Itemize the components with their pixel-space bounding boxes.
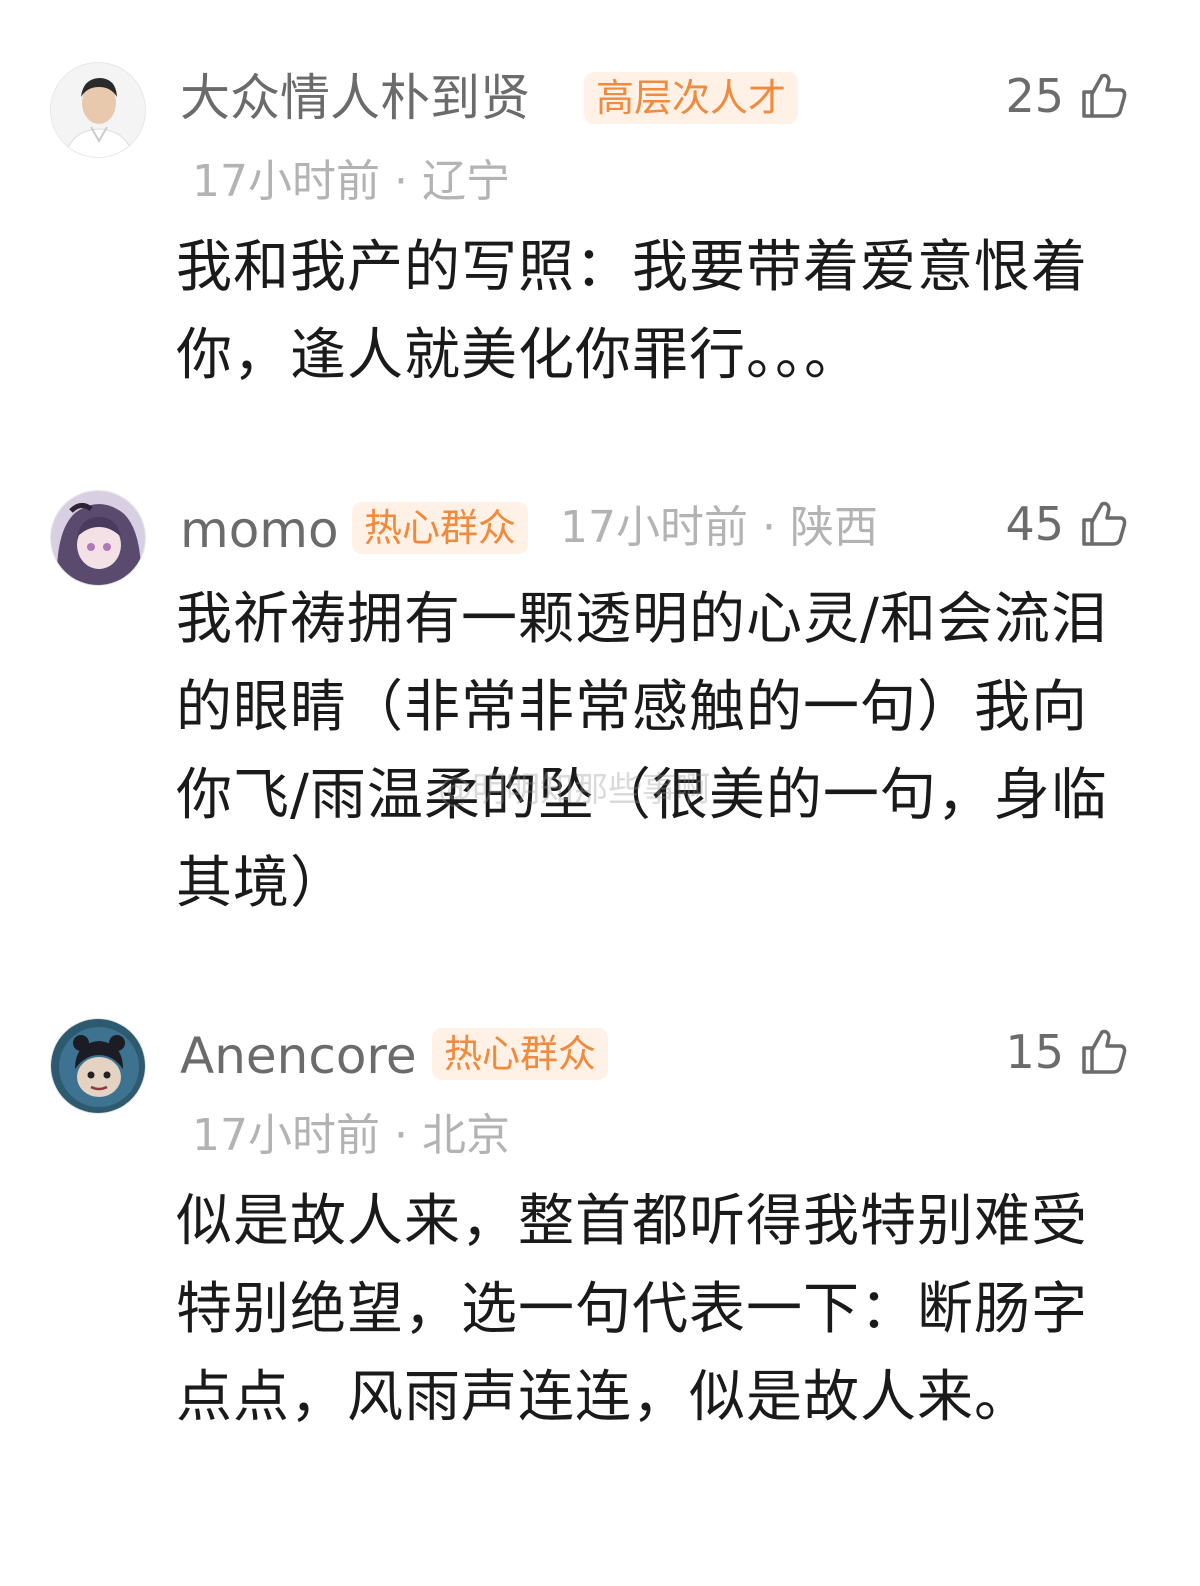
comment-text: 似是故人来，整首都听得我特别难受特别绝望，选一句代表一下：断肠字点点，风雨声连连…	[176, 1189, 1088, 1430]
username[interactable]: momo	[180, 500, 339, 560]
like-count: 45	[1005, 497, 1064, 551]
avatar[interactable]	[50, 1018, 146, 1114]
anime-girl-icon	[51, 491, 145, 585]
man-portrait-icon	[51, 63, 145, 157]
comment-meta: 17小时前 · 北京	[192, 1110, 510, 1161]
user-badge: 热心群众	[352, 502, 529, 554]
like-button[interactable]: 25	[1005, 66, 1130, 126]
username[interactable]: Anencore	[180, 1026, 417, 1086]
avatar[interactable]	[50, 62, 146, 158]
comment-meta: 17小时前 · 辽宁	[192, 156, 510, 207]
like-count: 15	[1005, 1025, 1064, 1079]
thumbs-up-icon[interactable]	[1078, 1026, 1130, 1078]
user-badge: 热心群众	[432, 1028, 609, 1080]
thumbs-up-icon[interactable]	[1078, 498, 1130, 550]
avatar[interactable]	[50, 490, 146, 586]
comment-text: 我祈祷拥有一颗透明的心灵/和会流泪的眼睛（非常非常感触的一句）我向你飞/雨温柔的…	[176, 587, 1108, 916]
username[interactable]: 大众情人朴到贤	[180, 68, 530, 128]
cartoon-character-icon	[51, 1019, 145, 1113]
user-badge: 高层次人才	[584, 72, 799, 124]
comment-content: 我祈祷拥有一颗透明的心灵/和会流泪的眼睛（非常非常感触的一句）我向你飞/雨温柔的…	[176, 576, 1116, 928]
like-button[interactable]: 45	[1005, 494, 1130, 554]
thumbs-up-icon[interactable]	[1078, 70, 1130, 122]
comment-text: 我和我产的写照：我要带着爱意恨着你，逢人就美化你罪行。。。	[176, 235, 1088, 388]
comment-content: 似是故人来，整首都听得我特别难受特别绝望，选一句代表一下：断肠字点点，风雨声连连…	[176, 1178, 1116, 1442]
comment-meta: 17小时前 · 陕西	[560, 502, 878, 553]
like-button[interactable]: 15	[1005, 1022, 1130, 1082]
like-count: 25	[1005, 69, 1064, 123]
comment-content: 我和我产的写照：我要带着爱意恨着你，逢人就美化你罪行。。。	[176, 224, 1116, 400]
